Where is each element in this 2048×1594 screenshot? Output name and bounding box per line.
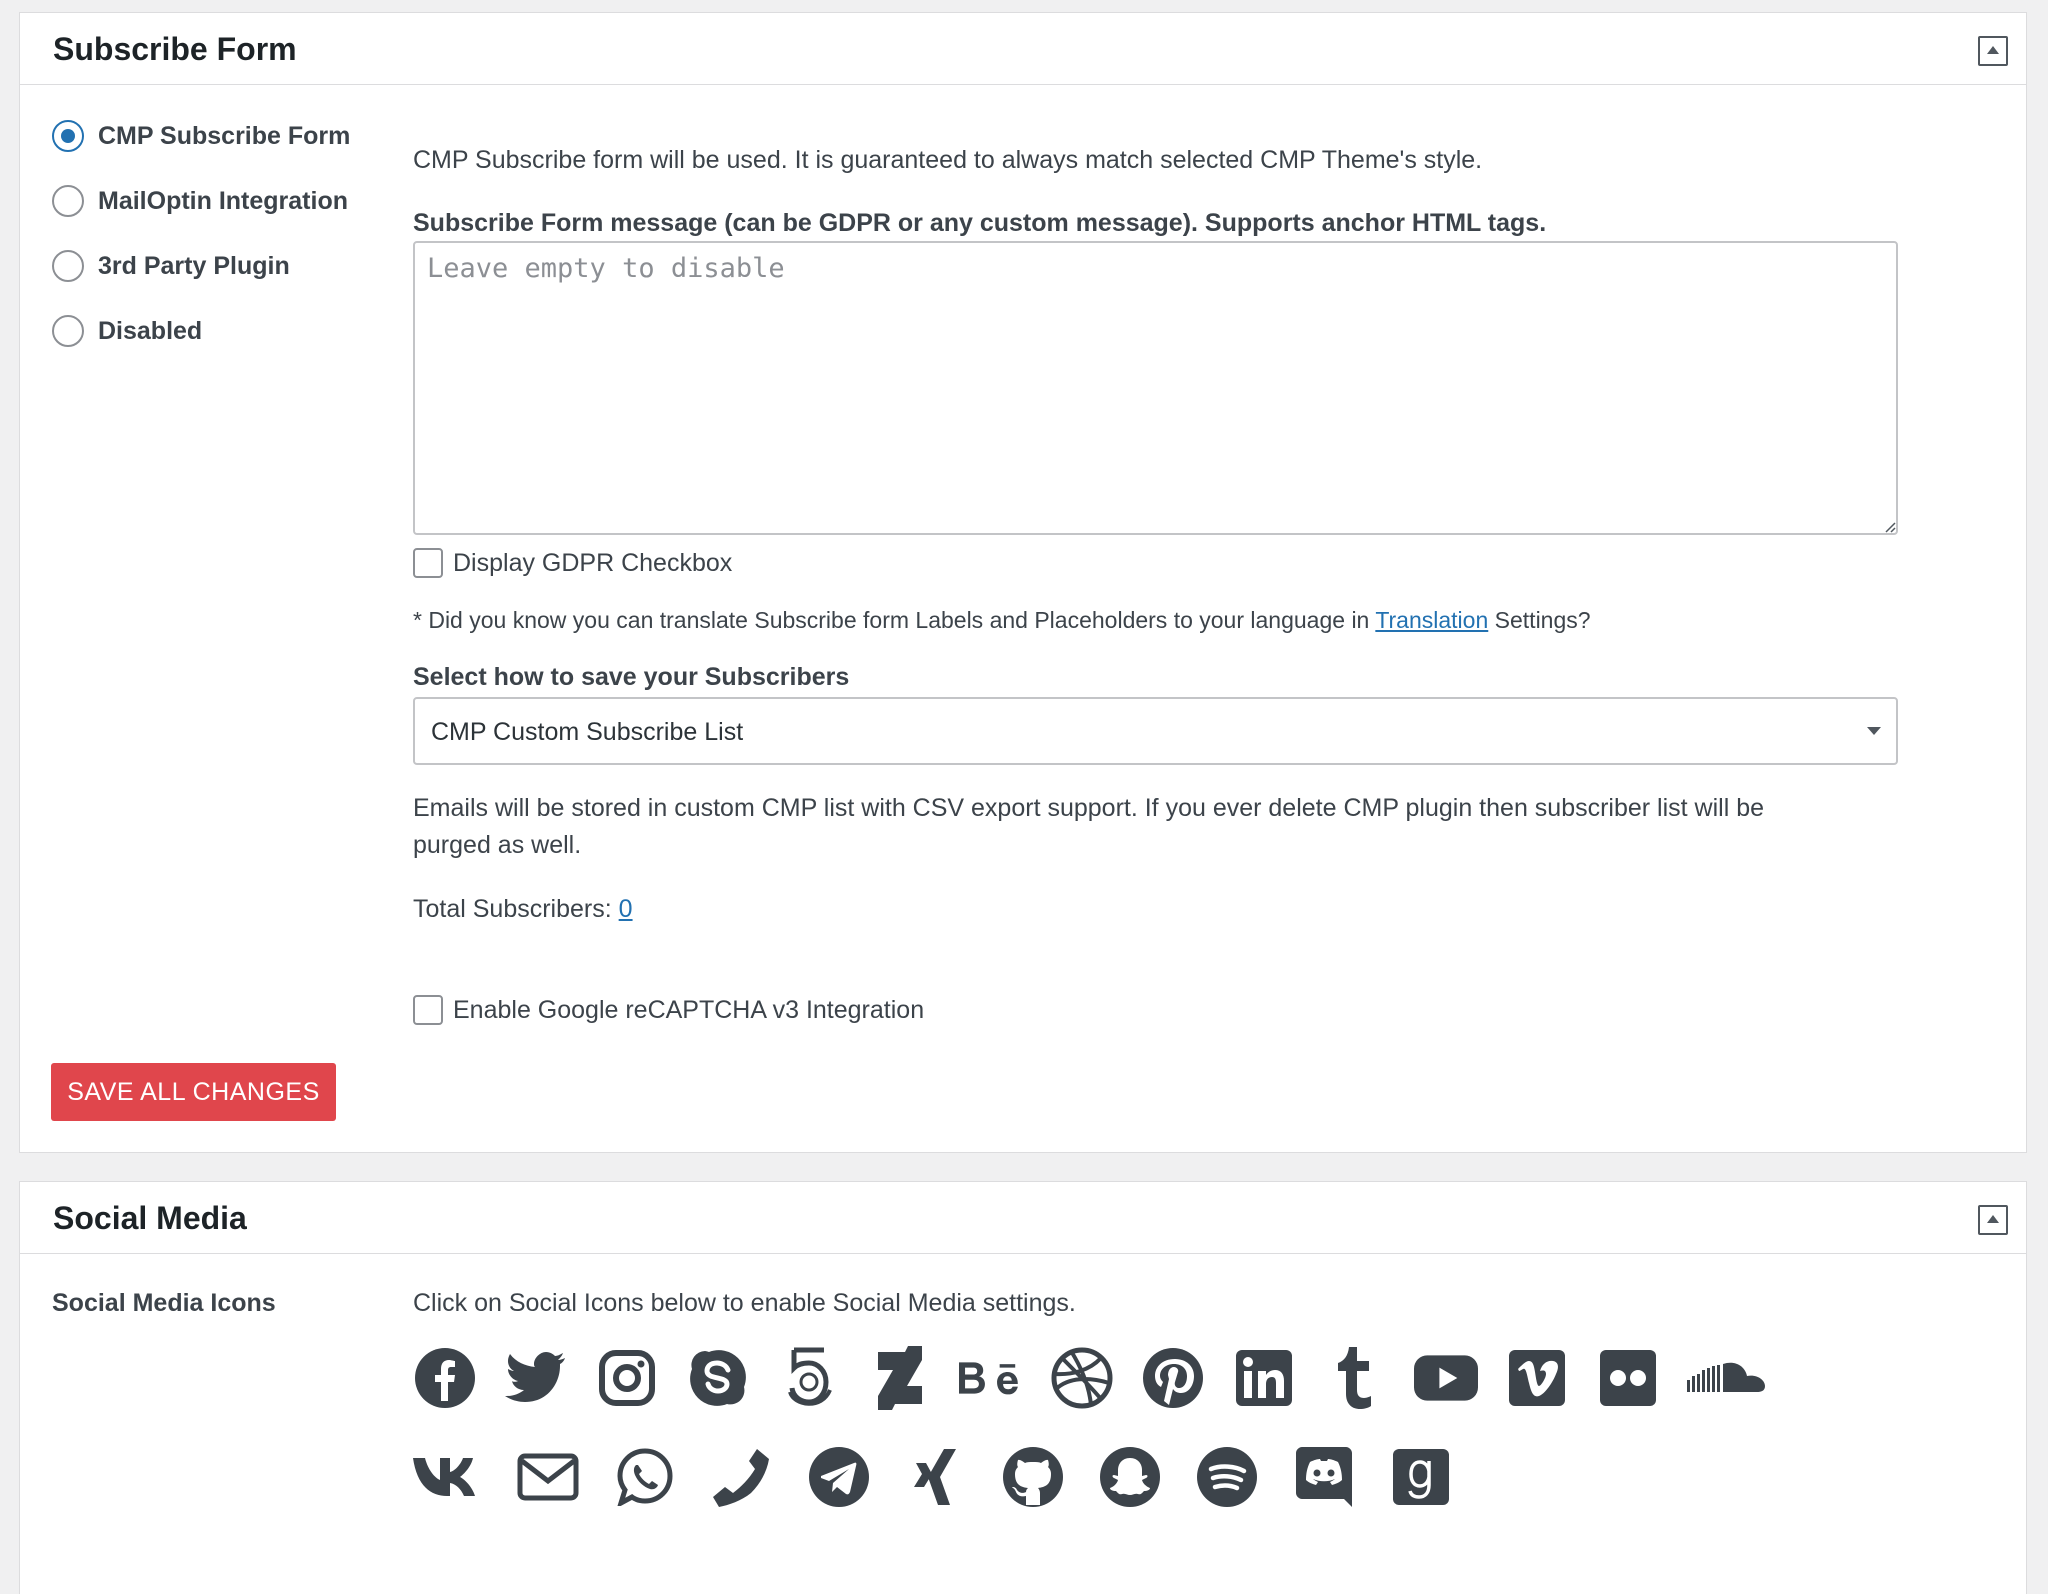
radio-mailoptin-integration[interactable]: MailOptin Integration [52,185,348,217]
vimeo-icon[interactable] [1505,1346,1569,1410]
whatsapp-icon[interactable] [613,1445,677,1509]
select-value: CMP Custom Subscribe List [431,718,744,746]
option-description: CMP Subscribe form will be used. It is g… [413,146,1483,174]
tumblr-icon[interactable] [1323,1346,1387,1410]
radio-label: 3rd Party Plugin [98,251,290,280]
500px-icon[interactable] [777,1346,841,1410]
facebook-icon[interactable] [413,1346,477,1410]
social-icons-row-2 [413,1445,1453,1509]
radio-button[interactable] [52,120,84,152]
total-subscribers: Total Subscribers: 0 [413,895,633,924]
radio-label: CMP Subscribe Form [98,121,351,150]
storage-note-line1: Emails will be stored in custom CMP list… [413,794,1765,822]
chevron-down-icon [1867,727,1881,735]
radio-disabled[interactable]: Disabled [52,315,202,347]
instagram-icon[interactable] [595,1346,659,1410]
total-subscribers-link[interactable]: 0 [619,895,633,923]
radio-button[interactable] [52,250,84,282]
gdpr-checkbox[interactable] [413,548,443,578]
panel-title: Subscribe Form [53,31,297,67]
flickr-icon[interactable] [1596,1346,1660,1410]
social-media-panel: Social Media Social Media Icons Click on… [19,1181,2027,1594]
recaptcha-checkbox[interactable] [413,995,443,1025]
radio-3rd-party-plugin[interactable]: 3rd Party Plugin [52,250,290,282]
youtube-icon[interactable] [1414,1346,1478,1410]
social-icons-row-1 [413,1346,1767,1410]
gdpr-checkbox-row[interactable]: Display GDPR Checkbox [413,548,732,578]
subscribe-message-textarea[interactable] [413,241,1898,535]
radio-button[interactable] [52,185,84,217]
soundcloud-icon[interactable] [1687,1346,1767,1410]
spotify-icon[interactable] [1195,1445,1259,1509]
dribbble-icon[interactable] [1050,1346,1114,1410]
collapse-toggle-button[interactable] [1978,1205,2008,1235]
discord-icon[interactable] [1292,1445,1356,1509]
checkbox-label: Enable Google reCAPTCHA v3 Integration [453,995,925,1024]
collapse-toggle-button[interactable] [1978,36,2008,66]
email-icon[interactable] [516,1445,580,1509]
save-method-label: Select how to save your Subscribers [413,663,850,691]
snapchat-icon[interactable] [1098,1445,1162,1509]
panel-header: Social Media [20,1182,2026,1254]
panel-title: Social Media [53,1200,247,1236]
message-field-label: Subscribe Form message (can be GDPR or a… [413,209,1547,237]
social-icons-label: Social Media Icons [52,1289,276,1317]
total-subscribers-label: Total Subscribers: [413,895,612,923]
radio-label: Disabled [98,316,203,345]
note-prefix: * Did you know you can translate Subscri… [413,607,1370,633]
panel-header: Subscribe Form [20,13,2026,85]
radio-button[interactable] [52,315,84,347]
social-instruction: Click on Social Icons below to enable So… [413,1289,1076,1317]
phone-icon[interactable] [710,1445,774,1509]
save-method-select[interactable]: CMP Custom Subscribe List [413,697,1898,765]
pinterest-icon[interactable] [1141,1346,1205,1410]
goodreads-icon[interactable] [1389,1445,1453,1509]
deviantart-icon[interactable] [868,1346,932,1410]
note-suffix: Settings? [1494,607,1591,633]
subscribe-form-panel: Subscribe Form CMP Subscribe Form MailOp… [19,12,2027,1153]
vk-icon[interactable] [413,1445,483,1509]
radio-cmp-subscribe-form[interactable]: CMP Subscribe Form [52,120,350,152]
xing-icon[interactable] [904,1445,968,1509]
resize-grip-icon[interactable] [1884,521,1896,533]
linkedin-icon[interactable] [1232,1346,1296,1410]
github-icon[interactable] [1001,1445,1065,1509]
recaptcha-checkbox-row[interactable]: Enable Google reCAPTCHA v3 Integration [413,995,924,1025]
telegram-icon[interactable] [807,1445,871,1509]
translation-link[interactable]: Translation [1375,607,1488,633]
save-all-changes-button[interactable]: SAVE ALL CHANGES [51,1063,336,1121]
triangle-up-icon [1987,46,1999,54]
storage-note-line2: purged as well. [413,831,582,859]
skype-icon[interactable] [686,1346,750,1410]
behance-icon[interactable] [959,1346,1023,1410]
triangle-up-icon [1987,1215,1999,1223]
checkbox-label: Display GDPR Checkbox [453,548,733,577]
radio-label: MailOptin Integration [98,186,348,215]
translation-note: * Did you know you can translate Subscri… [413,607,1591,634]
twitter-icon[interactable] [504,1346,568,1410]
